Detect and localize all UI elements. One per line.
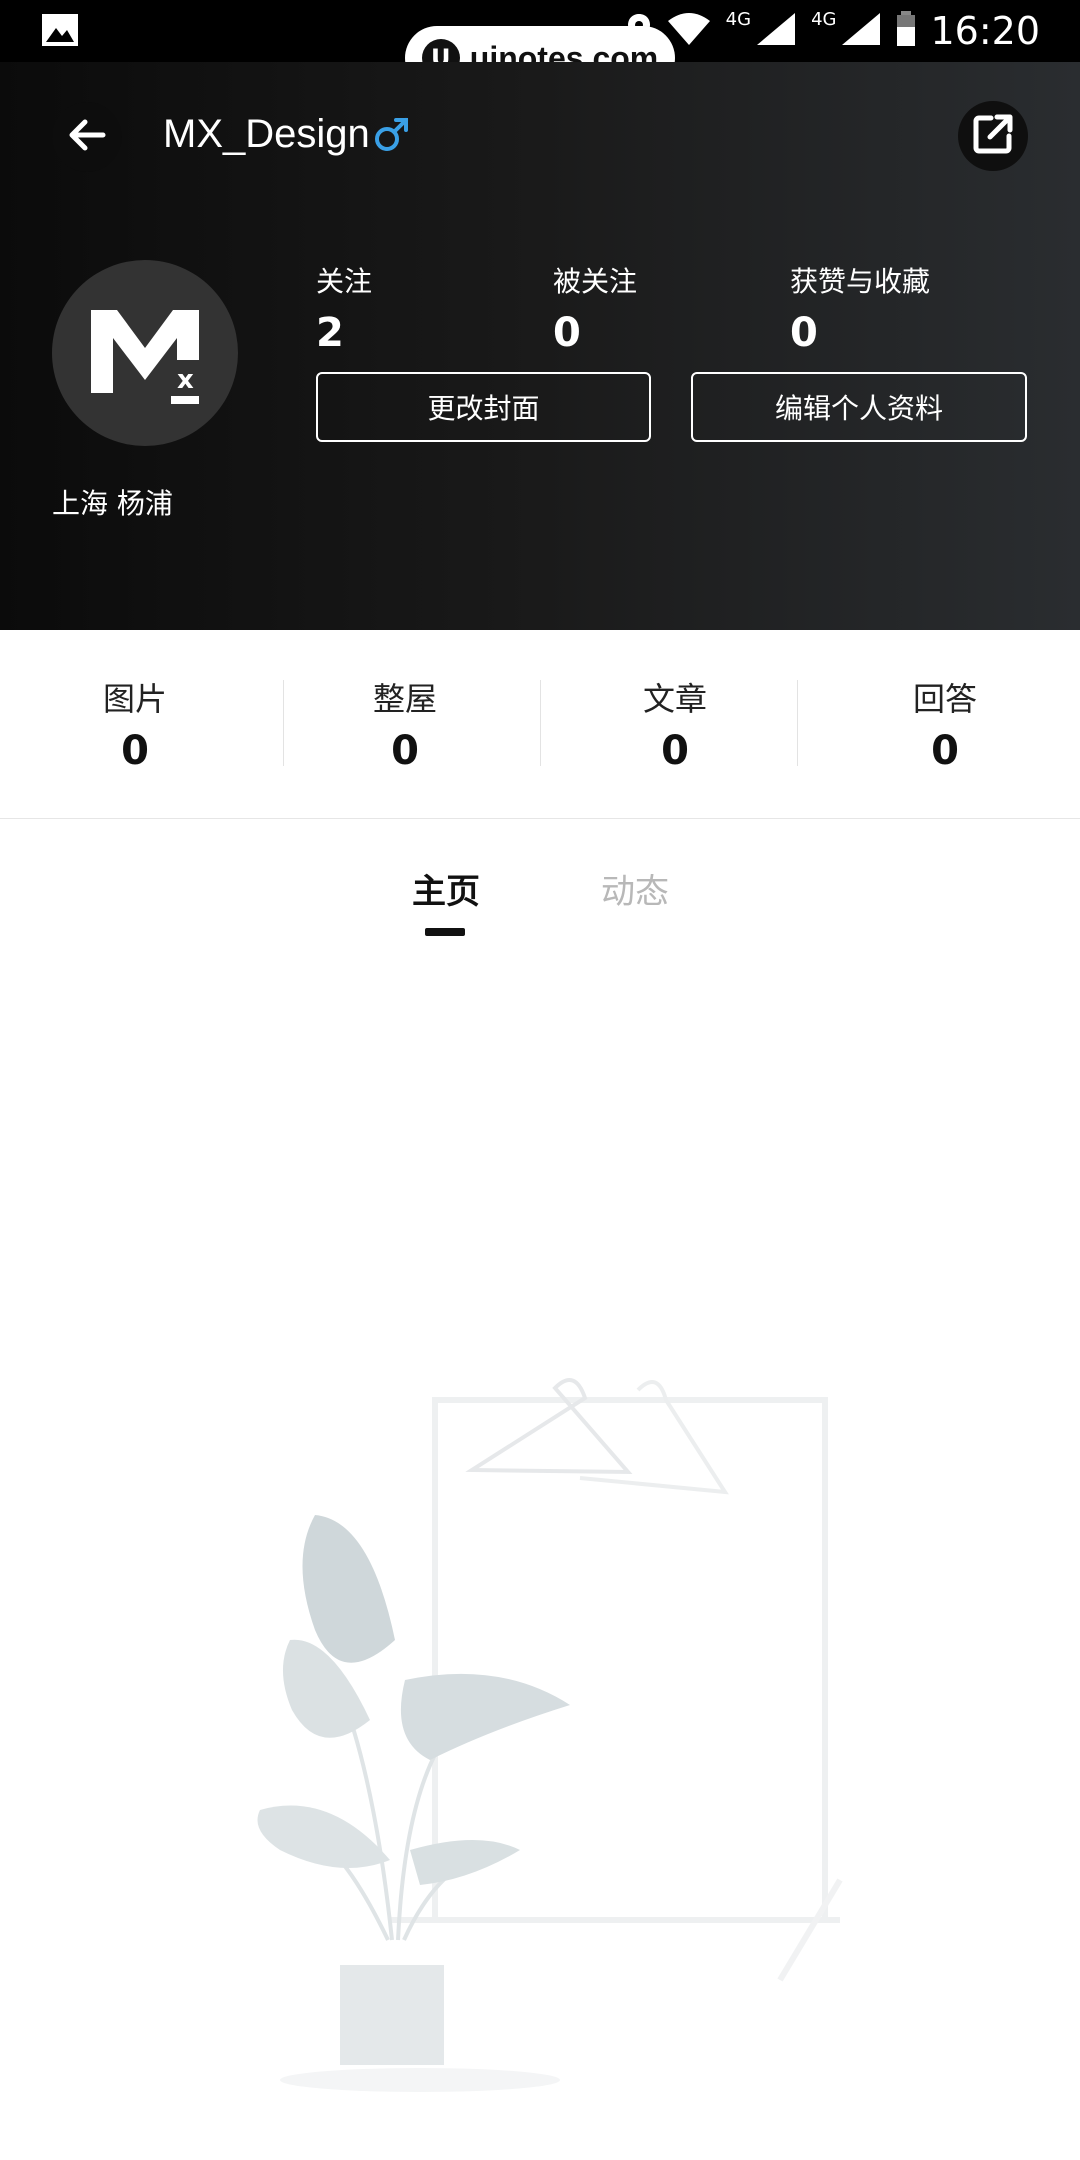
tab-home[interactable]: 主页 bbox=[412, 864, 480, 913]
change-cover-button[interactable]: 更改封面 bbox=[316, 372, 651, 442]
counter-value: 0 bbox=[391, 728, 419, 774]
arrow-left-icon bbox=[65, 113, 109, 161]
divider bbox=[797, 680, 798, 766]
male-icon bbox=[372, 114, 412, 154]
counter-answers[interactable]: 回答 0 bbox=[810, 630, 1080, 818]
stat-likes-collections[interactable]: 获赞与收藏 0 bbox=[790, 260, 930, 356]
location-text: 上海 杨浦 bbox=[52, 487, 173, 520]
tab-activity[interactable]: 动态 bbox=[601, 864, 669, 913]
network-label-1: 4G bbox=[725, 8, 752, 30]
stat-following[interactable]: 关注 2 bbox=[316, 260, 372, 356]
counter-value: 0 bbox=[931, 728, 959, 774]
page-title: MX_Design bbox=[163, 112, 370, 156]
edit-profile-button[interactable]: 编辑个人资料 bbox=[691, 372, 1027, 442]
stat-followers[interactable]: 被关注 0 bbox=[553, 260, 637, 356]
share-external-icon bbox=[971, 112, 1015, 160]
tab-bar: 主页 动态 bbox=[0, 850, 1080, 950]
empty-state-illustration bbox=[220, 1360, 870, 2120]
signal-icon bbox=[840, 11, 882, 51]
stat-value: 0 bbox=[553, 310, 581, 356]
counter-photos[interactable]: 图片 0 bbox=[0, 630, 270, 818]
avatar[interactable]: x bbox=[52, 260, 238, 446]
counter-articles[interactable]: 文章 0 bbox=[540, 630, 810, 818]
stat-value: 0 bbox=[790, 310, 818, 356]
tab-indicator bbox=[425, 928, 465, 936]
divider bbox=[540, 680, 541, 766]
image-icon bbox=[40, 12, 80, 48]
network-label-2: 4G bbox=[811, 8, 837, 30]
counter-label: 回答 bbox=[912, 680, 977, 718]
battery-icon bbox=[896, 11, 916, 51]
counter-value: 0 bbox=[661, 728, 689, 774]
counter-label: 整屋 bbox=[372, 680, 437, 718]
signal-icon bbox=[755, 11, 797, 51]
share-button[interactable] bbox=[958, 101, 1028, 171]
profile-header: MX_Design x 上海 杨浦 关注 2 被关注 0 获赞与收藏 0 更改封… bbox=[0, 62, 1080, 630]
svg-text:x: x bbox=[177, 365, 194, 395]
status-time: 16:20 bbox=[930, 9, 1040, 53]
mx-logo-icon: x bbox=[91, 310, 199, 404]
stat-value: 2 bbox=[316, 310, 344, 356]
stat-label: 关注 bbox=[316, 265, 373, 298]
content-counters: 图片 0 整屋 0 文章 0 回答 0 bbox=[0, 630, 1080, 819]
divider bbox=[283, 680, 284, 766]
stat-label: 被关注 bbox=[553, 265, 638, 298]
counter-value: 0 bbox=[121, 728, 149, 774]
counter-whole-house[interactable]: 整屋 0 bbox=[270, 630, 540, 818]
counter-label: 文章 bbox=[642, 680, 707, 718]
back-button[interactable] bbox=[52, 102, 122, 172]
counter-label: 图片 bbox=[102, 680, 167, 718]
stat-label: 获赞与收藏 bbox=[790, 265, 931, 298]
